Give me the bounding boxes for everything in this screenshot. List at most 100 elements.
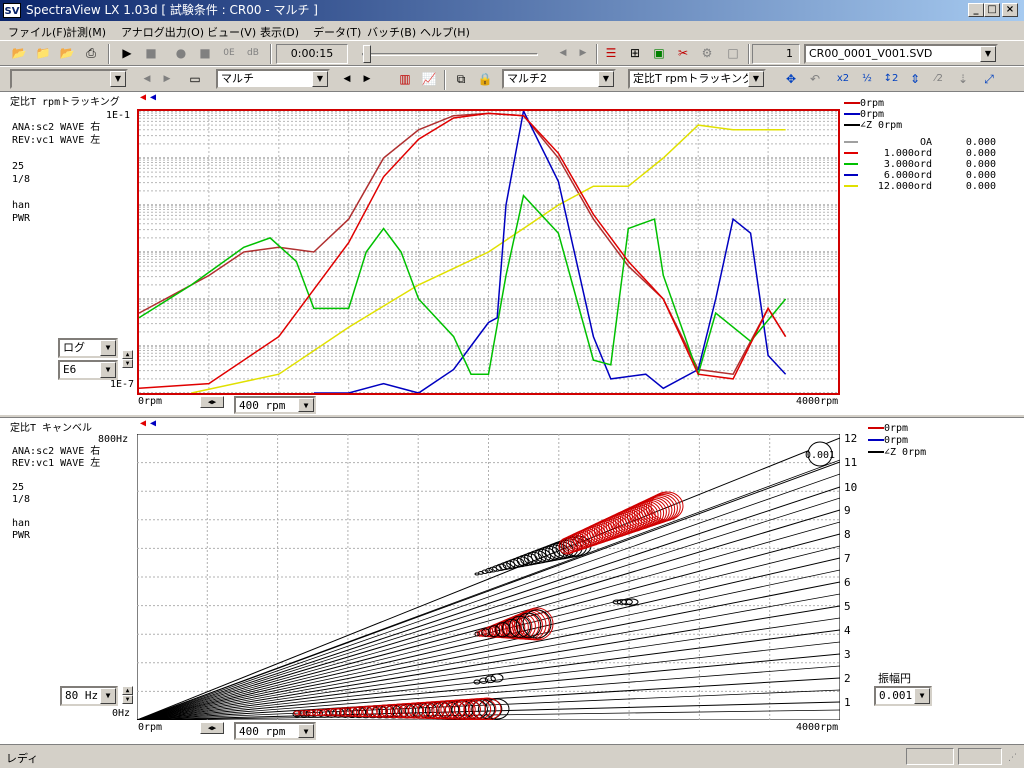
- y-step-select-arrow[interactable]: ▼: [100, 688, 116, 704]
- status-text: レディ: [6, 752, 39, 765]
- db-icon[interactable]: dB: [242, 43, 264, 63]
- sublayout-select[interactable]: マルチ2 ▼: [502, 69, 616, 89]
- menu-analog-output[interactable]: アナログ出力(O): [121, 24, 204, 40]
- undo-icon[interactable]: ↶: [804, 69, 826, 89]
- legend-text: ∠Z 0rpm: [884, 447, 927, 458]
- time-slider-track[interactable]: [362, 53, 538, 56]
- range-select-arrow[interactable]: ▼: [100, 362, 116, 378]
- order-label: 1: [844, 696, 851, 709]
- open-measure-icon[interactable]: 📁: [32, 43, 54, 63]
- play-icon[interactable]: ▶: [116, 43, 138, 63]
- popout-icon[interactable]: ⧉: [450, 69, 472, 89]
- sublayout-select-arrow[interactable]: ▼: [598, 71, 614, 87]
- prev-icon[interactable]: ◀: [136, 69, 158, 89]
- order-label: 7: [844, 552, 851, 565]
- maximize-button[interactable]: □: [984, 3, 1000, 17]
- right-marker-icon[interactable]: ◀: [150, 92, 156, 103]
- zoom-y-disabled-icon[interactable]: ⇣: [952, 69, 974, 89]
- spin-down-icon[interactable]: ▼: [122, 359, 133, 368]
- resize-grip-icon[interactable]: ⋰: [1008, 753, 1020, 765]
- next-icon[interactable]: ▶: [156, 69, 178, 89]
- menu-view[interactable]: ビュー(V): [207, 24, 256, 40]
- range-spinner[interactable]: ▲ ▼: [122, 350, 133, 368]
- window-icon[interactable]: ▭: [184, 69, 206, 89]
- open-icon[interactable]: 📂: [8, 43, 30, 63]
- menu-file[interactable]: ファイル(F): [8, 24, 67, 40]
- record-icon[interactable]: ●: [170, 43, 192, 63]
- print-icon[interactable]: ⎙: [80, 43, 102, 63]
- export-icon[interactable]: ▣: [648, 43, 670, 63]
- legend-name: 3.000ord: [883, 159, 932, 170]
- amp-circle-select[interactable]: 0.001 ▼: [874, 686, 932, 706]
- settings-icon[interactable]: ⚙: [696, 43, 718, 63]
- tracking-chart[interactable]: [137, 109, 840, 395]
- line-chart-icon[interactable]: 📈: [418, 69, 440, 89]
- expand-y-icon[interactable]: ⇕: [904, 69, 926, 89]
- scale-select[interactable]: ログ ▼: [58, 338, 118, 358]
- menu-data[interactable]: データ(T): [313, 24, 361, 40]
- x-step-select[interactable]: 400 rpm ▼: [234, 722, 316, 740]
- list-icon[interactable]: ☰: [600, 43, 622, 63]
- layout-select[interactable]: マルチ ▼: [216, 69, 330, 89]
- x-step-select-arrow[interactable]: ▼: [298, 398, 314, 412]
- ref-icon[interactable]: 0E: [218, 43, 240, 63]
- file-select-arrow[interactable]: ▼: [980, 46, 996, 62]
- step-back-icon[interactable]: ◀: [552, 43, 574, 63]
- range-select[interactable]: E6 ▼: [58, 360, 118, 380]
- spin-down-icon[interactable]: ▼: [122, 695, 133, 704]
- order-label: 3: [844, 648, 851, 661]
- spin-up-icon[interactable]: ▲: [122, 686, 133, 695]
- y-spinner[interactable]: ▲ ▼: [122, 686, 133, 704]
- layout-next-icon[interactable]: ▶: [356, 69, 378, 89]
- amp-scale-label: 0.001: [805, 450, 835, 461]
- x-scroll-buttons[interactable]: ◀▶: [200, 722, 224, 734]
- fit-icon[interactable]: ⤢: [978, 69, 1000, 89]
- campbell-chart[interactable]: 0.001: [137, 434, 840, 720]
- right-marker-icon[interactable]: ◀: [150, 418, 156, 429]
- open-recent-icon[interactable]: 📂: [56, 43, 78, 63]
- layout-select-arrow[interactable]: ▼: [312, 71, 328, 87]
- y2-icon[interactable]: ↕2: [880, 69, 902, 89]
- half-icon[interactable]: ½: [856, 69, 878, 89]
- x2-icon[interactable]: x2: [832, 69, 854, 89]
- stop-icon[interactable]: ■: [140, 43, 162, 63]
- y-min-label: 1E-7: [110, 379, 135, 390]
- menu-batch[interactable]: バッチ(B): [367, 24, 416, 40]
- menu-help[interactable]: ヘルプ(H): [420, 24, 470, 40]
- close-button[interactable]: ×: [1002, 3, 1018, 17]
- spin-up-icon[interactable]: ▲: [122, 350, 133, 359]
- analysis-select[interactable]: 定比T rpmトラッキング ▼: [628, 69, 766, 89]
- move-icon[interactable]: ✥: [780, 69, 802, 89]
- x-scroll-buttons[interactable]: ◀▶: [200, 396, 224, 408]
- scale-select-arrow[interactable]: ▼: [100, 340, 116, 356]
- x-step-select-arrow[interactable]: ▼: [298, 724, 314, 738]
- cut-icon[interactable]: ✂: [672, 43, 694, 63]
- channel-select[interactable]: ▼: [10, 69, 128, 89]
- zoom-x2-disabled-icon[interactable]: ⁄2: [928, 69, 950, 89]
- bar-chart-icon[interactable]: ▥: [394, 69, 416, 89]
- step-forward-icon[interactable]: ▶: [572, 43, 594, 63]
- legend-value: 0.000: [965, 181, 996, 192]
- minimize-button[interactable]: _: [968, 3, 984, 17]
- channel-select-arrow[interactable]: ▼: [110, 71, 126, 87]
- analysis-select-arrow[interactable]: ▼: [748, 71, 764, 87]
- layout-prev-icon[interactable]: ◀: [336, 69, 358, 89]
- left-marker-icon[interactable]: ◀: [140, 92, 146, 103]
- menu-measure[interactable]: 計測(M): [66, 24, 106, 40]
- stop-record-icon[interactable]: ■: [194, 43, 216, 63]
- info-line: REV:vc1 WAVE 左: [12, 458, 101, 469]
- time-slider-thumb[interactable]: [363, 45, 371, 63]
- left-marker-icon[interactable]: ◀: [140, 418, 146, 429]
- y-step-select[interactable]: 80 Hz ▼: [60, 686, 118, 706]
- amp-circle-select-arrow[interactable]: ▼: [914, 688, 930, 704]
- menu-display[interactable]: 表示(D): [260, 24, 299, 40]
- layout-select-value: マルチ: [221, 72, 254, 85]
- file-select[interactable]: CR00_0001_V001.SVD ▼: [804, 44, 998, 64]
- lock-icon[interactable]: 🔒: [474, 69, 496, 89]
- order-label: 12: [844, 432, 858, 445]
- blank-icon[interactable]: □: [722, 43, 744, 63]
- info-line: 25: [12, 482, 25, 493]
- tree-icon[interactable]: ⊞: [624, 43, 646, 63]
- legend-swatch: [868, 451, 884, 453]
- x-step-select[interactable]: 400 rpm ▼: [234, 396, 316, 414]
